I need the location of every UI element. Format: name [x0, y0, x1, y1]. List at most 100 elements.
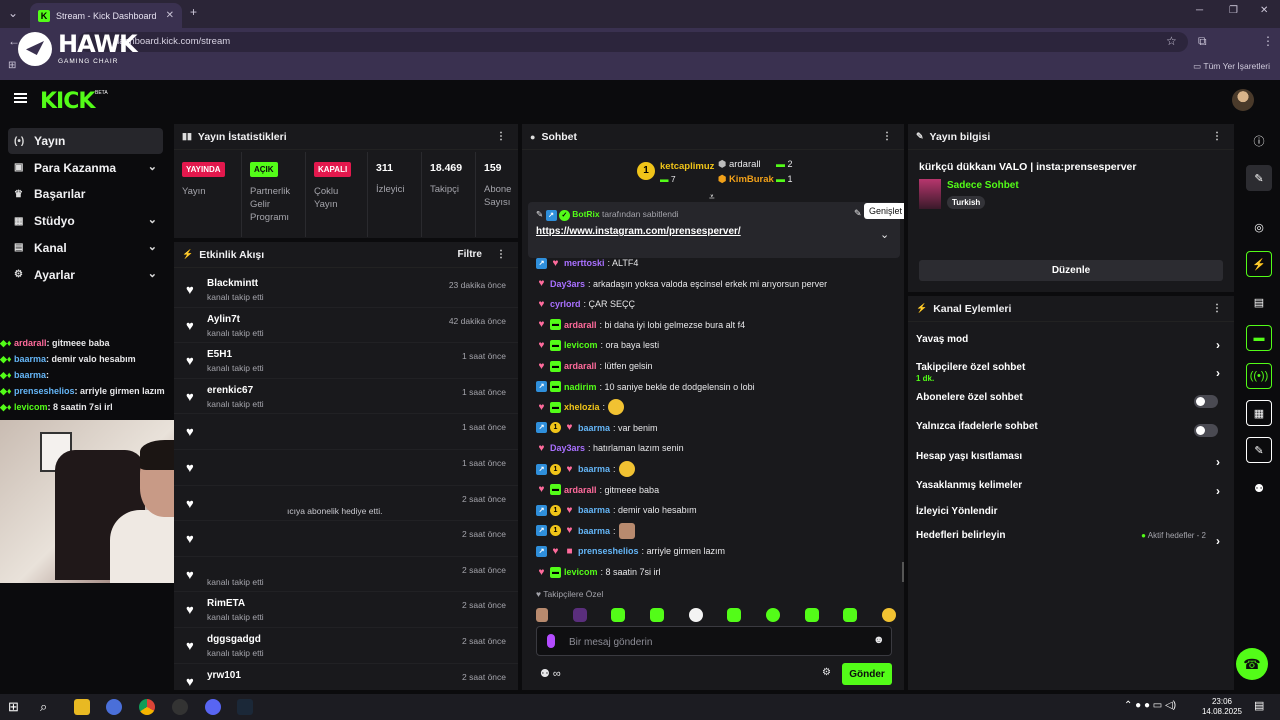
top-gifter-name[interactable]: ketcaplimuz [660, 161, 714, 172]
activity-row[interactable]: ♥ yrw101 2 saat önce [174, 664, 518, 690]
file-explorer-icon[interactable] [74, 699, 90, 715]
emote-green-2[interactable] [649, 608, 664, 622]
sidebar-item-0[interactable]: (•) Yayın [8, 128, 163, 154]
chat-message[interactable]: ♥ ▬ levicom: ora baya lesti [536, 336, 659, 354]
chat-username[interactable]: baarma [578, 464, 610, 474]
hamburger-menu-icon[interactable] [14, 93, 27, 103]
chevron-right-icon[interactable]: › [1216, 484, 1220, 498]
emote-yellow[interactable] [881, 608, 896, 622]
menu-icon[interactable]: ⋮ [1262, 34, 1274, 48]
microphone-icon[interactable] [547, 634, 555, 648]
all-bookmarks[interactable]: ▭ Tüm Yer İşaretleri [1193, 61, 1270, 72]
tab-close-icon[interactable]: ✕ [166, 10, 174, 21]
chat-scrollbar[interactable] [902, 562, 904, 582]
edit-button[interactable]: Düzenle [919, 260, 1223, 281]
chat-icon[interactable]: ▬ [1246, 325, 1272, 351]
toggle-switch[interactable] [1194, 395, 1218, 408]
close-window-icon[interactable]: ✕ [1260, 5, 1268, 16]
tab-list-icon[interactable]: ⌄ [8, 6, 18, 20]
notifications-icon[interactable]: ▤ [1254, 699, 1264, 712]
star-icon[interactable]: ☆ [1166, 34, 1177, 48]
search-icon[interactable]: ⌕ [40, 699, 56, 715]
activity-row[interactable]: ♥ RimETA kanalı takip etti 2 saat önce [174, 592, 518, 628]
sidebar-item-4[interactable]: ▤ Kanal ⌄ [8, 235, 163, 261]
channel-action-row[interactable]: Abonelere özel sohbet [916, 392, 1228, 420]
emote-panda[interactable] [688, 608, 703, 622]
chat-message[interactable]: ↗ 1 ♥ baarma: [536, 460, 635, 478]
chat-message[interactable]: ↗ ▬ nadirim: 10 saniye bekle de dodgelensi… [536, 378, 755, 396]
info-icon[interactable]: ⓘ [1246, 128, 1272, 154]
channel-action-row[interactable]: Takipçilere özel sohbet 1 dk. › [916, 362, 1228, 390]
activity-user[interactable]: E5H1 [207, 349, 232, 360]
chevron-down-icon[interactable]: ⌄ [148, 160, 157, 173]
filter-button[interactable]: Filtre [458, 249, 482, 260]
browser-tab[interactable]: K Stream - Kick Dashboard ✕ [30, 3, 182, 28]
url-field[interactable]: dashboard.kick.com/stream [78, 32, 1188, 52]
chat-username[interactable]: prenseshelios [578, 546, 639, 556]
activity-row[interactable]: ♥ 2 saat önce [174, 521, 518, 557]
minimize-icon[interactable]: ─ [1196, 5, 1203, 16]
support-chat-icon[interactable]: ☎ [1236, 648, 1268, 680]
discord-icon[interactable] [205, 699, 221, 715]
activity-row[interactable]: ♥ erenkic67 kanalı takip etti 1 saat önce [174, 379, 518, 415]
restore-icon[interactable]: ❐ [1229, 5, 1238, 16]
channel-actions-menu-icon[interactable]: ⋮ [1212, 303, 1222, 314]
channel-action-row[interactable]: Yasaklanmış kelimeler › [916, 480, 1228, 508]
chat-message[interactable]: ♥ Day3ars: arkadaşın yoksa valoda eşcinse… [536, 275, 828, 293]
chevron-right-icon[interactable]: › [1216, 534, 1220, 548]
third-gifter-name[interactable]: KimBurak [729, 174, 774, 185]
activity-row[interactable]: ♥ 1 saat önce [174, 450, 518, 486]
chat-username[interactable]: Day3ars [550, 443, 585, 453]
chevron-down-icon[interactable]: ⌄ [148, 213, 157, 226]
new-tab-icon[interactable]: + [190, 5, 197, 19]
toggle-switch[interactable] [1194, 424, 1218, 437]
emote-akros[interactable] [572, 608, 587, 622]
chat-username[interactable]: baarma [578, 526, 610, 536]
emoji-icon[interactable]: ☻ [873, 634, 885, 646]
screenshot-icon[interactable]: ◎ [1246, 214, 1272, 240]
chat-username[interactable]: nadirim [564, 382, 597, 392]
chat-username[interactable]: ardarall [564, 485, 597, 495]
chevron-down-icon[interactable]: ⌄ [148, 240, 157, 253]
activity-user[interactable]: erenkic67 [207, 385, 253, 396]
channel-action-row[interactable]: Yalnızca ifadelerle sohbet [916, 421, 1228, 449]
emote-face[interactable] [536, 608, 548, 622]
activity-row[interactable]: ♥ Blackmintt kanalı takip etti 23 dakika ön… [174, 272, 518, 308]
chat-username[interactable]: cyrlord [550, 299, 581, 309]
chat-message[interactable]: ♥ ▬ xhelozia: [536, 398, 625, 416]
apps-icon[interactable]: ⚉ [1246, 475, 1272, 501]
layout-icon[interactable]: ▦ [1246, 400, 1272, 426]
obs-icon[interactable] [172, 699, 188, 715]
extensions-icon[interactable]: ⧉ [1198, 34, 1207, 49]
document-icon[interactable]: ▤ [1246, 289, 1272, 315]
emote-green-5[interactable] [804, 608, 819, 622]
chat-settings-icon[interactable]: ⚙ [822, 667, 831, 678]
chat-username[interactable]: ardarall [564, 361, 597, 371]
chat-username[interactable]: Day3ars [550, 279, 585, 289]
category-name[interactable]: Sadece Sohbet [947, 180, 1019, 191]
emote-green-1[interactable] [611, 608, 626, 622]
chat-username[interactable]: merttoski [564, 258, 605, 268]
system-tray-icons[interactable]: ⌃ ● ● ▭ ◁) [1124, 700, 1176, 711]
chat-message[interactable]: ↗ ♥ ■ prenseshelios: arriyle girmen lazım [536, 542, 725, 560]
chat-username[interactable]: levicom [564, 567, 598, 577]
kick-logo[interactable]: KICK [40, 89, 95, 114]
chat-message[interactable]: ↗ 1 ♥ baarma: demir valo hesabım [536, 501, 697, 519]
emote-green-6[interactable] [843, 608, 858, 622]
activity-row[interactable]: ♥ dggsgadgd kanalı takip etti 2 saat önce [174, 628, 518, 664]
apps-icon[interactable]: ⊞ [8, 60, 16, 71]
chevron-right-icon[interactable]: › [1216, 338, 1220, 352]
windows-start-icon[interactable]: ⊞ [8, 699, 24, 715]
chevron-down-icon[interactable]: ⌄ [148, 267, 157, 280]
chevron-right-icon[interactable]: › [1216, 455, 1220, 469]
chat-message[interactable]: ♥ ▬ levicom: 8 saatin 7si irl [536, 563, 661, 581]
chat-message[interactable]: ♥ ▬ ardarall: lütfen gelsin [536, 357, 653, 375]
activity-user[interactable]: Aylin7t [207, 314, 240, 325]
stream-info-menu-icon[interactable]: ⋮ [1212, 131, 1222, 142]
chevron-right-icon[interactable]: › [1216, 366, 1220, 380]
chat-message[interactable]: ↗ 1 ♥ baarma: [536, 522, 635, 540]
chat-message[interactable]: ♥ Day3ars: hatırlaman lazım senin [536, 439, 684, 457]
chat-username[interactable]: levicom [564, 340, 598, 350]
sidebar-item-5[interactable]: ⚙ Ayarlar ⌄ [8, 262, 163, 288]
activity-user[interactable]: dggsgadgd [207, 634, 261, 645]
